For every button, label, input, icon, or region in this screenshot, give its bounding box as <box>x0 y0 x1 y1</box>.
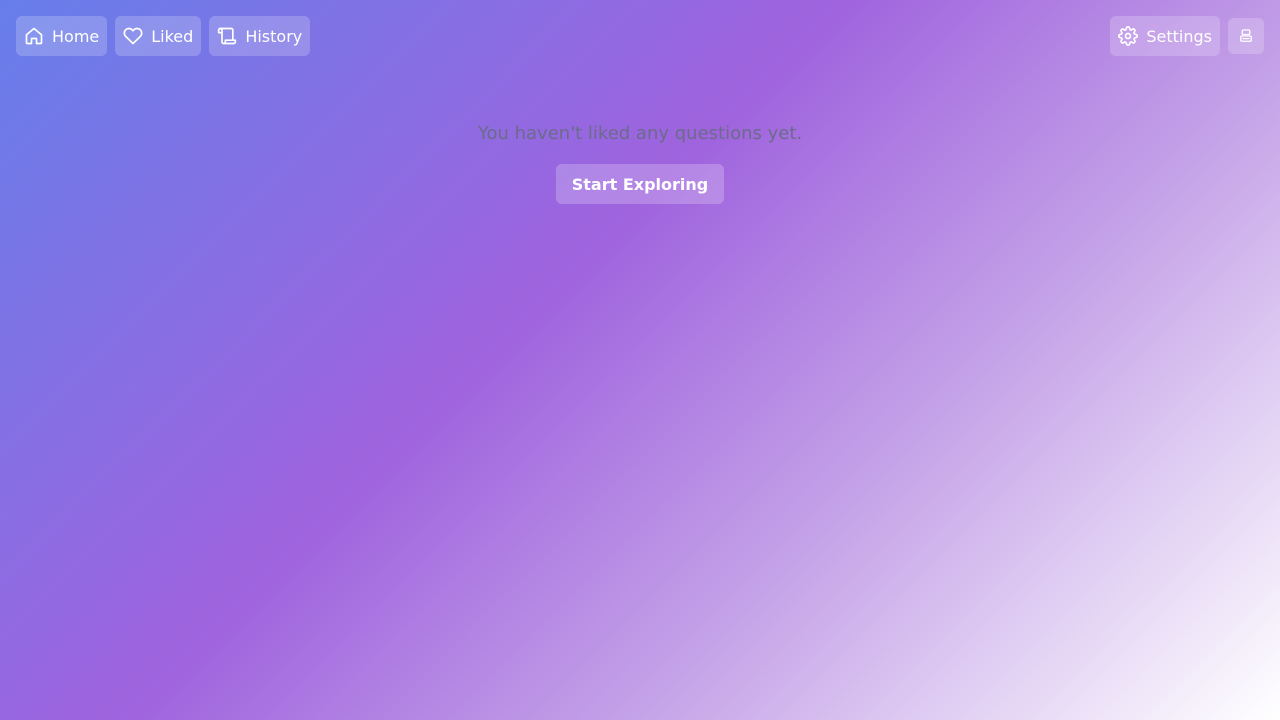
start-exploring-button[interactable]: Start Exploring <box>555 164 725 204</box>
history-button-label: History <box>245 26 303 46</box>
liked-button-label: Liked <box>151 26 194 46</box>
nav-right-group: Settings <box>1110 16 1264 56</box>
nav-left-group: Home Liked History <box>16 16 311 56</box>
settings-button-label: Settings <box>1146 26 1212 46</box>
heart-icon <box>123 26 143 46</box>
scroll-icon <box>217 26 237 46</box>
empty-state-message: You haven't liked any questions yet. <box>477 123 803 144</box>
home-icon <box>24 26 44 46</box>
home-button[interactable]: Home <box>16 16 108 56</box>
top-navigation-bar: Home Liked History Settings <box>16 16 1264 56</box>
settings-button[interactable]: Settings <box>1110 16 1220 56</box>
gear-icon <box>1118 26 1139 46</box>
liked-button[interactable]: Liked <box>115 16 202 56</box>
account-button[interactable] <box>1228 18 1264 54</box>
history-button[interactable]: History <box>209 16 311 56</box>
account-icon <box>1236 26 1256 46</box>
main-content: You haven't liked any questions yet. Sta… <box>0 120 1280 204</box>
home-button-label: Home <box>52 26 100 46</box>
